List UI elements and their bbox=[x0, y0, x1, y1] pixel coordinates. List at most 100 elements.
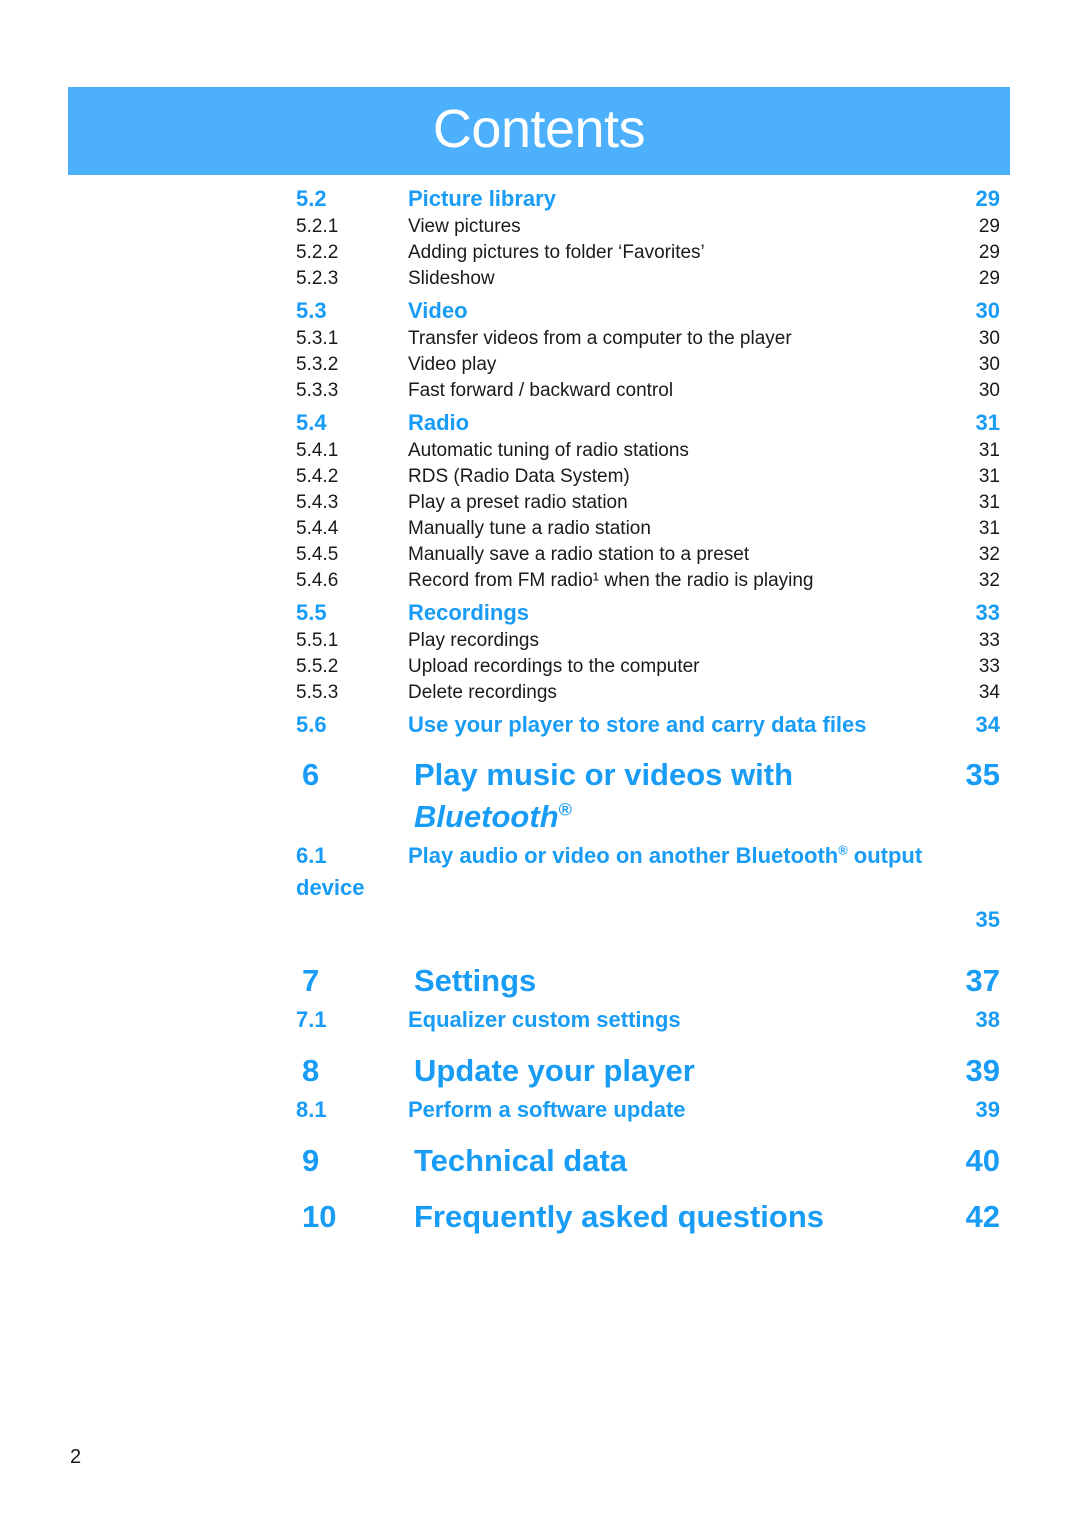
toc-number: 5.4.2 bbox=[296, 466, 339, 487]
toc-title: Settings bbox=[414, 963, 537, 998]
toc-entry-9[interactable]: 9 Technical data 40 bbox=[296, 1140, 1000, 1182]
toc-title: Manually save a radio station to a prese… bbox=[408, 544, 750, 565]
toc-number: 5.4.6 bbox=[296, 570, 339, 591]
toc-entry-5-3-1[interactable]: 5.3.1 Transfer videos from a computer to… bbox=[296, 326, 1000, 352]
toc-title: Adding pictures to folder ‘Favorites’ bbox=[408, 242, 705, 263]
toc-title: Automatic tuning of radio stations bbox=[408, 440, 689, 461]
toc-page: 31 bbox=[978, 466, 1000, 487]
toc-number: 5.4.5 bbox=[296, 544, 339, 565]
toc-entry-8-1[interactable]: 8.1 Perform a software update 39 bbox=[296, 1094, 1000, 1126]
toc-entry-5-2[interactable]: 5.2 Picture library 29 bbox=[296, 184, 1000, 214]
toc-number: 5.2 bbox=[296, 186, 327, 211]
toc-entry-5-4-3[interactable]: 5.4.3 Play a preset radio station 31 bbox=[296, 490, 1000, 516]
toc-page: 34 bbox=[978, 682, 1000, 703]
toc-title: RDS (Radio Data System) bbox=[408, 466, 630, 487]
toc-page: 31 bbox=[975, 410, 1000, 435]
toc-title: Update your player bbox=[414, 1053, 695, 1088]
toc-entry-5-3[interactable]: 5.3 Video 30 bbox=[296, 296, 1000, 326]
table-of-contents: 5.2 Picture library 29 5.2.1 View pictur… bbox=[296, 180, 1000, 1238]
toc-number: 7.1 bbox=[296, 1007, 327, 1032]
toc-page: 39 bbox=[975, 1097, 1000, 1122]
contents-banner: Contents bbox=[68, 87, 1010, 175]
toc-entry-5-2-3[interactable]: 5.2.3 Slideshow 29 bbox=[296, 266, 1000, 292]
toc-title: Delete recordings bbox=[408, 682, 557, 703]
toc-number: 5.2.2 bbox=[296, 242, 339, 263]
toc-page: 30 bbox=[978, 354, 1000, 375]
toc-entry-5-4-5[interactable]: 5.4.5 Manually save a radio station to a… bbox=[296, 542, 1000, 568]
toc-page: 31 bbox=[978, 518, 1000, 539]
toc-page: 29 bbox=[978, 268, 1000, 289]
toc-entry-10[interactable]: 10 Frequently asked questions 42 bbox=[296, 1196, 1000, 1238]
toc-entry-6[interactable]: 6 Play music or videos with Bluetooth® 3… bbox=[296, 754, 1000, 838]
toc-number: 9 bbox=[302, 1143, 320, 1178]
toc-entry-5-6[interactable]: 5.6 Use your player to store and carry d… bbox=[296, 710, 1000, 740]
toc-page: 31 bbox=[978, 492, 1000, 513]
toc-entry-7-1[interactable]: 7.1 Equalizer custom settings 38 bbox=[296, 1004, 1000, 1036]
toc-entry-5-3-2[interactable]: 5.3.2 Video play 30 bbox=[296, 352, 1000, 378]
toc-entry-5-3-3[interactable]: 5.3.3 Fast forward / backward control 30 bbox=[296, 378, 1000, 404]
toc-page: 30 bbox=[978, 380, 1000, 401]
toc-page: 35 bbox=[965, 757, 1000, 792]
toc-number: 5.3 bbox=[296, 298, 327, 323]
toc-page: 42 bbox=[965, 1199, 1000, 1234]
toc-number: 5.4.3 bbox=[296, 492, 339, 513]
toc-title: Recordings bbox=[408, 600, 530, 625]
toc-title: Play music or videos with Bluetooth® bbox=[414, 757, 794, 834]
toc-page: 33 bbox=[978, 630, 1000, 651]
toc-entry-6-1[interactable]: 6.1 Play audio or video on another Blueto… bbox=[296, 840, 1000, 936]
toc-number: 5.4 bbox=[296, 410, 327, 435]
toc-entry-5-4-1[interactable]: 5.4.1 Automatic tuning of radio stations… bbox=[296, 438, 1000, 464]
toc-number: 10 bbox=[302, 1199, 337, 1234]
toc-number: 5.5.1 bbox=[296, 630, 339, 651]
toc-title: Transfer videos from a computer to the p… bbox=[408, 328, 792, 349]
toc-entry-5-4-2[interactable]: 5.4.2 RDS (Radio Data System) 31 bbox=[296, 464, 1000, 490]
toc-title: Picture library bbox=[408, 186, 556, 211]
toc-title: Fast forward / backward control bbox=[408, 380, 674, 401]
toc-number: 5.4.4 bbox=[296, 518, 339, 539]
toc-title: Record from FM radio¹ when the radio is … bbox=[408, 570, 814, 591]
toc-page: 37 bbox=[965, 963, 1000, 998]
toc-number: 5.3.1 bbox=[296, 328, 339, 349]
toc-title: Video play bbox=[408, 354, 497, 375]
toc-title: Radio bbox=[408, 410, 470, 435]
toc-page: 40 bbox=[965, 1143, 1000, 1178]
toc-entry-5-5-1[interactable]: 5.5.1 Play recordings 33 bbox=[296, 628, 1000, 654]
toc-page: 32 bbox=[978, 570, 1000, 591]
toc-entry-5-5[interactable]: 5.5 Recordings 33 bbox=[296, 598, 1000, 628]
toc-entry-5-2-1[interactable]: 5.2.1 View pictures 29 bbox=[296, 214, 1000, 240]
toc-entry-7[interactable]: 7 Settings 37 bbox=[296, 960, 1000, 1002]
document-page: Contents 5.2 Picture library 29 5.2.1 Vi… bbox=[0, 0, 1080, 1527]
toc-page: 31 bbox=[978, 440, 1000, 461]
toc-page: 30 bbox=[978, 328, 1000, 349]
toc-page: 35 bbox=[975, 907, 1000, 932]
toc-entry-5-2-2[interactable]: 5.2.2 Adding pictures to folder ‘Favorit… bbox=[296, 240, 1000, 266]
footer-page-number: 2 bbox=[70, 1446, 82, 1468]
toc-title: Upload recordings to the computer bbox=[408, 656, 700, 677]
toc-number: 8 bbox=[302, 1053, 320, 1088]
toc-number: 5.2.3 bbox=[296, 268, 339, 289]
toc-title: Perform a software update bbox=[408, 1097, 686, 1122]
toc-number: 6 bbox=[302, 757, 320, 792]
toc-page: 39 bbox=[965, 1053, 1000, 1088]
toc-number: 7 bbox=[302, 963, 320, 998]
toc-page: 29 bbox=[978, 242, 1000, 263]
toc-number: 8.1 bbox=[296, 1097, 327, 1122]
toc-number: 6.1 bbox=[296, 843, 327, 868]
toc-entry-5-5-3[interactable]: 5.5.3 Delete recordings 34 bbox=[296, 680, 1000, 706]
toc-page: 32 bbox=[978, 544, 1000, 565]
toc-entry-5-4-4[interactable]: 5.4.4 Manually tune a radio station 31 bbox=[296, 516, 1000, 542]
toc-title: Technical data bbox=[414, 1143, 628, 1178]
toc-page: 30 bbox=[975, 298, 1000, 323]
toc-title: Manually tune a radio station bbox=[408, 518, 651, 539]
toc-page: 29 bbox=[978, 216, 1000, 237]
toc-entry-8[interactable]: 8 Update your player 39 bbox=[296, 1050, 1000, 1092]
toc-page: 38 bbox=[975, 1007, 1000, 1032]
toc-number: 5.3.3 bbox=[296, 380, 339, 401]
toc-entry-5-5-2[interactable]: 5.5.2 Upload recordings to the computer … bbox=[296, 654, 1000, 680]
toc-title: Slideshow bbox=[408, 268, 495, 289]
toc-page: 34 bbox=[975, 712, 1000, 737]
toc-entry-5-4[interactable]: 5.4 Radio 31 bbox=[296, 408, 1000, 438]
toc-entry-5-4-6[interactable]: 5.4.6 Record from FM radio¹ when the rad… bbox=[296, 568, 1000, 594]
toc-title: Video bbox=[408, 298, 468, 323]
